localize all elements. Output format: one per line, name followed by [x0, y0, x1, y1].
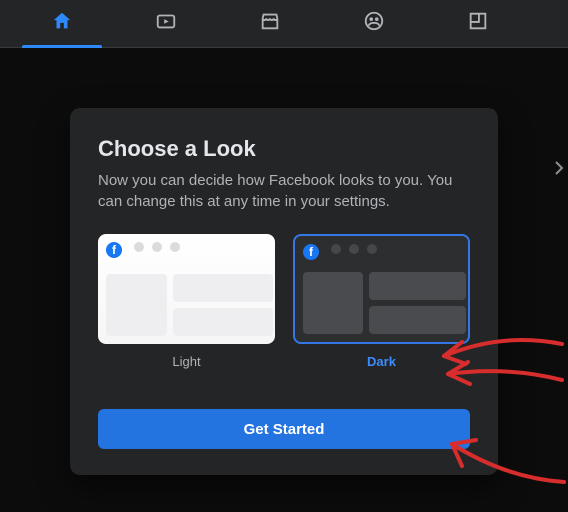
nav-watch[interactable]: [114, 0, 218, 47]
nav-home[interactable]: [10, 0, 114, 47]
light-label: Light: [98, 344, 275, 369]
appearance-modal: Choose a Look Now you can decide how Fac…: [70, 108, 498, 475]
annotation-arrow: [446, 428, 568, 494]
preview-tiles: [106, 274, 267, 336]
theme-options: f Light f Dark: [98, 234, 470, 369]
facebook-logo-icon: f: [106, 242, 122, 258]
groups-icon: [363, 10, 385, 37]
theme-option-light[interactable]: f Light: [98, 234, 275, 369]
watch-icon: [155, 10, 177, 37]
home-icon: [51, 10, 73, 37]
get-started-button[interactable]: Get Started: [98, 409, 470, 449]
annotation-arrow: [432, 332, 568, 392]
preview-tiles: [303, 272, 460, 334]
marketplace-icon: [259, 10, 281, 37]
chevron-right-icon: [554, 160, 564, 181]
nav-marketplace[interactable]: [218, 0, 322, 47]
dark-preview: f: [293, 234, 470, 344]
preview-dots: [134, 242, 180, 252]
top-nav: [0, 0, 568, 48]
nav-gaming[interactable]: [426, 0, 530, 47]
carousel-next[interactable]: [550, 150, 568, 190]
modal-description: Now you can decide how Facebook looks to…: [98, 170, 470, 212]
light-preview: f: [98, 234, 275, 344]
modal-title: Choose a Look: [98, 136, 470, 162]
facebook-logo-icon: f: [303, 244, 319, 260]
preview-dots: [331, 244, 377, 254]
gaming-icon: [467, 10, 489, 37]
nav-groups[interactable]: [322, 0, 426, 47]
